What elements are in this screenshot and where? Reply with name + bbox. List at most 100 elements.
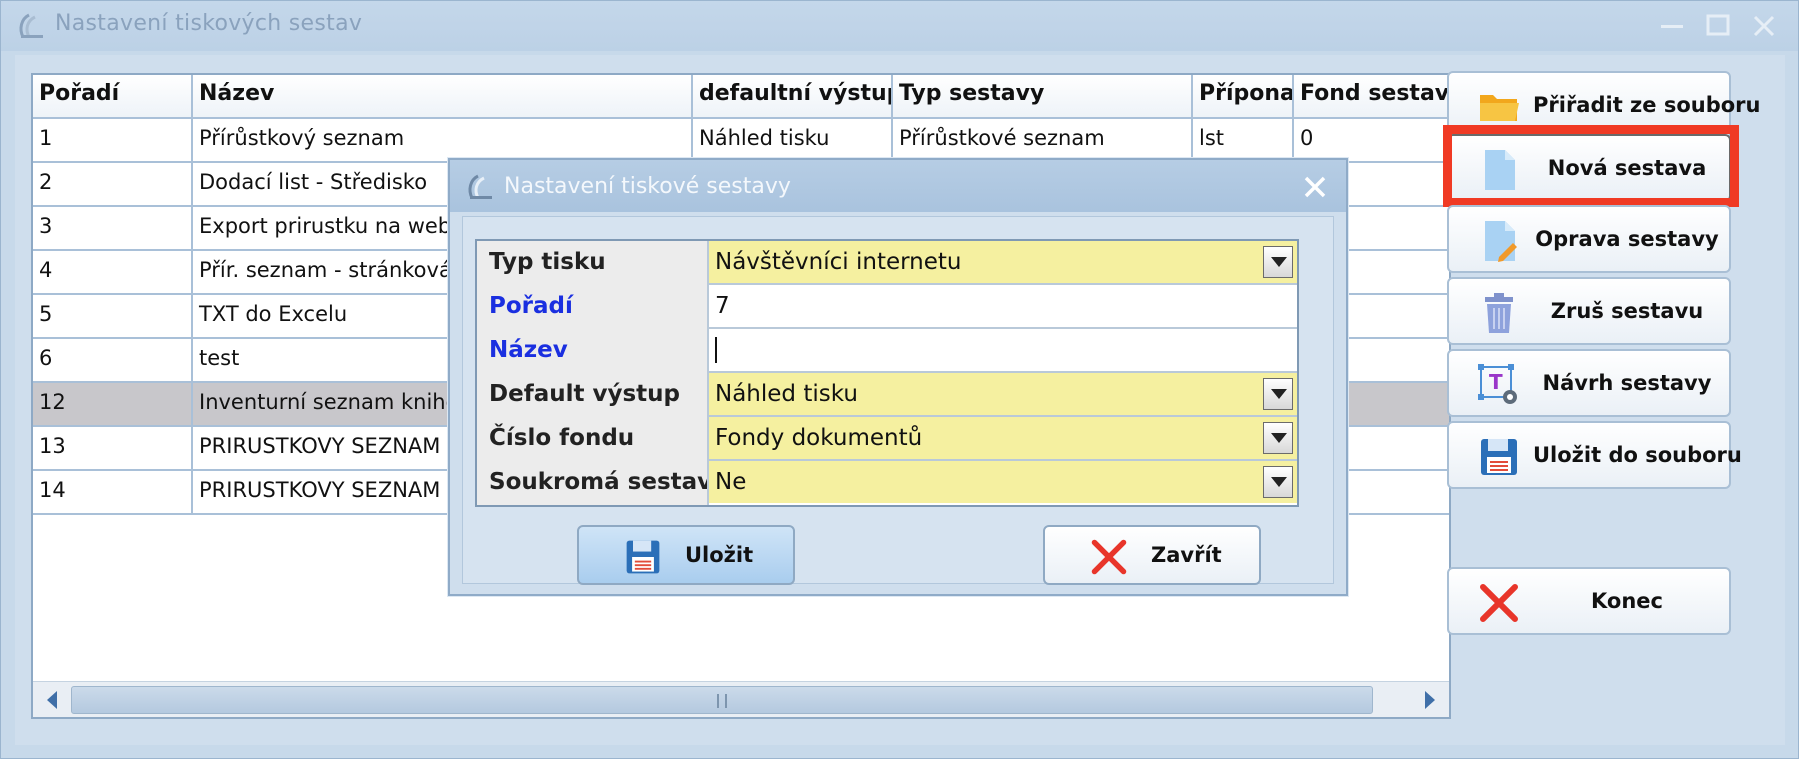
name-input[interactable] (709, 329, 1297, 371)
edit-document-icon (1485, 221, 1517, 262)
save-icon (626, 540, 660, 574)
dropdown-button[interactable] (1263, 246, 1293, 278)
fund-number-value: Fondy dokumentů (715, 425, 923, 451)
minimize-icon (1661, 25, 1683, 28)
print-type-label: Typ tisku (477, 241, 709, 285)
highlight-box (1443, 125, 1739, 207)
delete-report-label: Zruš sestavu (1550, 299, 1704, 323)
folder-icon (1480, 95, 1519, 121)
app-logo-icon (19, 13, 43, 38)
column-header[interactable]: Název (193, 75, 693, 119)
window-title: Nastavení tiskových sestav (55, 11, 363, 36)
edit-report-button[interactable]: Oprava sestavy (1447, 205, 1731, 273)
assign-from-file-label: Přiřadit ze souboru (1533, 93, 1761, 117)
grid-header: Pořadí Název defaultní výstup Typ sestav… (33, 75, 1449, 119)
title-bar: Nastavení tiskových sestav (1, 1, 1798, 51)
table-cell[interactable]: 2 (33, 163, 193, 207)
table-cell[interactable]: Přírůstkový seznam (193, 119, 693, 163)
scroll-left-icon[interactable] (37, 686, 67, 714)
table-cell[interactable]: lst (1193, 119, 1294, 163)
print-type-value: Návštěvníci internetu (715, 249, 962, 275)
field-row-default-output: Default výstup Náhled tisku (477, 373, 1297, 417)
end-button[interactable]: Konec (1447, 567, 1731, 635)
field-row-private: Soukromá sestava Ne (477, 461, 1297, 505)
table-cell[interactable]: Přírůstkové seznam (893, 119, 1193, 163)
close-window-button[interactable] (1747, 9, 1781, 43)
default-output-label: Default výstup (477, 373, 709, 417)
column-header[interactable]: Pořadí (33, 75, 193, 119)
table-cell[interactable]: 4 (33, 251, 193, 295)
chevron-down-icon (1271, 389, 1287, 399)
app-logo-icon (468, 174, 492, 199)
chevron-down-icon (1271, 433, 1287, 443)
maximize-icon (1706, 14, 1730, 36)
table-cell[interactable]: Náhled tisku (693, 119, 893, 163)
close-icon (1753, 15, 1775, 37)
dropdown-button[interactable] (1263, 378, 1293, 410)
close-label: Zavřít (1151, 543, 1222, 567)
svg-text:T: T (1489, 370, 1503, 394)
table-cell[interactable]: 14 (33, 471, 193, 515)
table-cell[interactable]: 1 (33, 119, 193, 163)
print-type-select[interactable]: Návštěvníci internetu (709, 241, 1297, 283)
default-output-select[interactable]: Náhled tisku (709, 373, 1297, 415)
table-cell[interactable]: 13 (33, 427, 193, 471)
grip-icon (717, 694, 727, 708)
design-report-label: Návrh sestavy (1542, 371, 1712, 395)
end-label: Konec (1591, 589, 1663, 613)
table-row[interactable]: 1 Přírůstkový seznam Náhled tisku Přírůstko… (33, 119, 1449, 163)
text-cursor (715, 337, 717, 363)
close-icon (1091, 539, 1127, 575)
column-header[interactable]: defaultní výstup (693, 75, 893, 119)
save-button[interactable]: Uložit (577, 525, 795, 585)
dialog-title: Nastavení tiskové sestavy (504, 174, 791, 199)
dropdown-button[interactable] (1263, 422, 1293, 454)
horizontal-scrollbar[interactable] (33, 681, 1449, 717)
scrollbar-thumb[interactable] (71, 686, 1373, 714)
column-header[interactable]: Typ sestavy (893, 75, 1193, 119)
save-icon (1481, 439, 1517, 475)
default-output-value: Náhled tisku (715, 381, 858, 407)
chevron-down-icon (1271, 257, 1287, 267)
order-label: Pořadí (477, 285, 709, 329)
order-value: 7 (715, 293, 730, 319)
report-designer-icon: T (1478, 364, 1517, 404)
table-cell[interactable]: 12 (33, 383, 193, 427)
table-cell[interactable]: 6 (33, 339, 193, 383)
private-report-select[interactable]: Ne (709, 461, 1297, 503)
fund-number-select[interactable]: Fondy dokumentů (709, 417, 1297, 459)
dropdown-button[interactable] (1263, 466, 1293, 498)
save-to-file-label: Uložit do souboru (1533, 443, 1742, 467)
minimize-button[interactable] (1655, 9, 1689, 43)
save-label: Uložit (685, 543, 754, 567)
field-row-order: Pořadí 7 (477, 285, 1297, 329)
order-input[interactable]: 7 (709, 285, 1297, 327)
table-cell[interactable]: 5 (33, 295, 193, 339)
fund-number-label: Číslo fondu (477, 417, 709, 461)
field-row-print-type: Typ tisku Návštěvníci internetu (477, 241, 1297, 285)
table-cell[interactable]: 3 (33, 207, 193, 251)
close-icon[interactable] (1300, 172, 1330, 202)
edit-report-label: Oprava sestavy (1535, 227, 1719, 251)
field-row-fund-number: Číslo fondu Fondy dokumentů (477, 417, 1297, 461)
field-row-name: Název (477, 329, 1297, 373)
dialog-body: Typ tisku Návštěvníci internetu Pořadí 7… (462, 216, 1334, 585)
maximize-button[interactable] (1701, 9, 1735, 43)
save-to-file-button[interactable]: Uložit do souboru (1447, 421, 1742, 489)
report-form: Typ tisku Návštěvníci internetu Pořadí 7… (475, 239, 1299, 507)
private-report-label: Soukromá sestava (477, 461, 709, 505)
chevron-down-icon (1271, 477, 1287, 487)
delete-report-button[interactable]: Zruš sestavu (1447, 277, 1731, 345)
close-icon (1480, 584, 1518, 622)
scroll-right-icon[interactable] (1415, 686, 1445, 714)
close-button[interactable]: Zavřít (1043, 525, 1261, 585)
table-cell[interactable]: 0 (1294, 119, 1449, 163)
private-report-value: Ne (715, 469, 747, 495)
trash-icon (1485, 293, 1513, 333)
column-header[interactable]: Přípona (1193, 75, 1294, 119)
report-settings-dialog: Nastavení tiskové sestavy Typ tisku Návš… (448, 158, 1348, 596)
column-header[interactable]: Fond sestav (1294, 75, 1449, 119)
name-label: Název (477, 329, 709, 373)
dialog-title-bar[interactable]: Nastavení tiskové sestavy (450, 160, 1346, 212)
design-report-button[interactable]: T Návrh sestavy (1447, 349, 1731, 417)
